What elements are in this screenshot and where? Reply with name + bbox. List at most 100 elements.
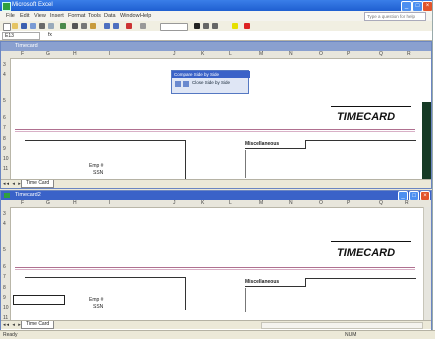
column-header[interactable]: M [259,200,263,206]
column-header[interactable]: I [109,51,110,57]
row-header[interactable]: 11 [3,166,8,172]
column-header[interactable]: G [46,200,50,206]
row-header[interactable]: 7 [3,125,6,131]
accent-rule-light [15,269,415,270]
ssn-label: SSN [93,304,104,310]
row-header[interactable]: 4 [3,221,6,227]
horizontal-scrollbar[interactable] [261,322,423,329]
reset-window-position-icon[interactable] [183,81,189,87]
open-icon[interactable] [12,23,18,29]
underline-icon[interactable] [212,23,218,29]
column-header[interactable]: P [347,200,350,206]
column-header[interactable]: O [319,51,323,57]
column-header[interactable]: G [46,51,50,57]
menu-view[interactable]: View [34,13,46,19]
menu-format[interactable]: Format [68,13,85,19]
column-header[interactable]: J [173,200,176,206]
selected-cell[interactable] [13,295,65,305]
print-icon[interactable] [39,23,45,29]
italic-icon[interactable] [203,23,209,29]
column-header[interactable]: O [319,200,323,206]
menu-window[interactable]: Window [120,13,140,19]
column-header[interactable]: J [173,51,176,57]
workbook-window-top: Timecard F G H I J K L M N O P Q R 3 4 5… [0,41,432,189]
column-header[interactable]: F [21,200,24,206]
sheet-tab-time-card[interactable]: Time Card [21,180,55,188]
menu-bar: File Edit View Insert Format Tools Data … [0,11,432,21]
new-icon[interactable] [3,23,11,31]
column-header[interactable]: I [109,200,110,206]
zoom-icon[interactable] [140,23,146,29]
row-header[interactable]: 9 [3,146,6,152]
row-header[interactable]: 4 [3,72,6,78]
close-side-by-side-button[interactable]: Close Side by Side [192,80,230,85]
compare-side-by-side-toolbar: Compare Side by Side Close Side by Side [171,70,250,94]
menu-tools[interactable]: Tools [88,13,101,19]
column-header[interactable]: M [259,51,263,57]
column-header[interactable]: N [289,51,293,57]
save-icon[interactable] [21,23,27,29]
row-header[interactable]: 8 [3,136,6,142]
paste-icon[interactable] [90,23,96,29]
redo-icon[interactable] [113,23,119,29]
row-header[interactable]: 9 [3,295,6,301]
chart-wizard-icon[interactable] [126,23,132,29]
app-title: Microsoft Excel [12,2,53,8]
font-color-icon[interactable] [244,23,250,29]
name-box[interactable]: E13 [2,32,40,40]
accent-rule [15,267,415,268]
fx-icon[interactable]: fx [48,32,52,38]
timecard-heading: TIMECARD [337,247,396,259]
row-header[interactable]: 3 [3,62,6,68]
row-header[interactable]: 8 [3,285,6,291]
menu-data[interactable]: Data [104,13,116,19]
status-num: NUM [345,332,357,338]
row-header[interactable]: 10 [3,156,9,162]
column-header[interactable]: H [73,200,77,206]
column-header[interactable]: H [73,51,77,57]
row-header[interactable]: 6 [3,264,6,270]
vertical-scrollbar[interactable] [423,207,431,320]
undo-icon[interactable] [104,23,110,29]
column-header[interactable]: L [229,200,232,206]
column-header[interactable]: K [201,51,204,57]
column-header[interactable]: R [405,200,409,206]
cut-icon[interactable] [72,23,78,29]
window-title: Timecard2 [15,192,41,198]
column-header[interactable]: R [407,51,411,57]
emp-number-label: Emp # [89,163,104,169]
window-title: Timecard [15,43,38,49]
menu-edit[interactable]: Edit [20,13,29,19]
title-underline [331,241,411,242]
column-header[interactable]: F [21,51,24,57]
miscellaneous-box [305,278,416,287]
row-header[interactable]: 10 [3,305,9,311]
row-header[interactable]: 5 [3,247,6,253]
print-preview-icon[interactable] [48,23,54,29]
column-header[interactable]: Q [379,200,383,206]
bold-icon[interactable] [194,23,200,29]
help-search-input[interactable]: Type a question for help [364,12,426,21]
synchronous-scrolling-icon[interactable] [175,81,181,87]
sheet-tab-time-card[interactable]: Time Card [21,321,55,329]
row-header[interactable]: 7 [3,274,6,280]
row-header[interactable]: 5 [3,98,6,104]
menu-file[interactable]: File [6,13,15,19]
spelling-icon[interactable] [60,23,66,29]
emp-number-label: Emp # [89,297,104,303]
column-header[interactable]: P [347,51,350,57]
column-header[interactable]: N [289,200,293,206]
font-size-select[interactable] [160,23,188,31]
permission-icon[interactable] [30,23,36,29]
column-header[interactable]: K [201,200,204,206]
row-header[interactable]: 3 [3,211,6,217]
window-caption: Timecard2 _ □ × [1,191,431,201]
menu-help[interactable]: Help [140,13,151,19]
fill-color-icon[interactable] [232,23,238,29]
column-header[interactable]: Q [379,51,383,57]
menu-insert[interactable]: Insert [50,13,64,19]
miscellaneous-label: Miscellaneous [245,141,280,147]
row-header[interactable]: 6 [3,115,6,121]
column-header[interactable]: L [229,51,232,57]
copy-icon[interactable] [81,23,87,29]
